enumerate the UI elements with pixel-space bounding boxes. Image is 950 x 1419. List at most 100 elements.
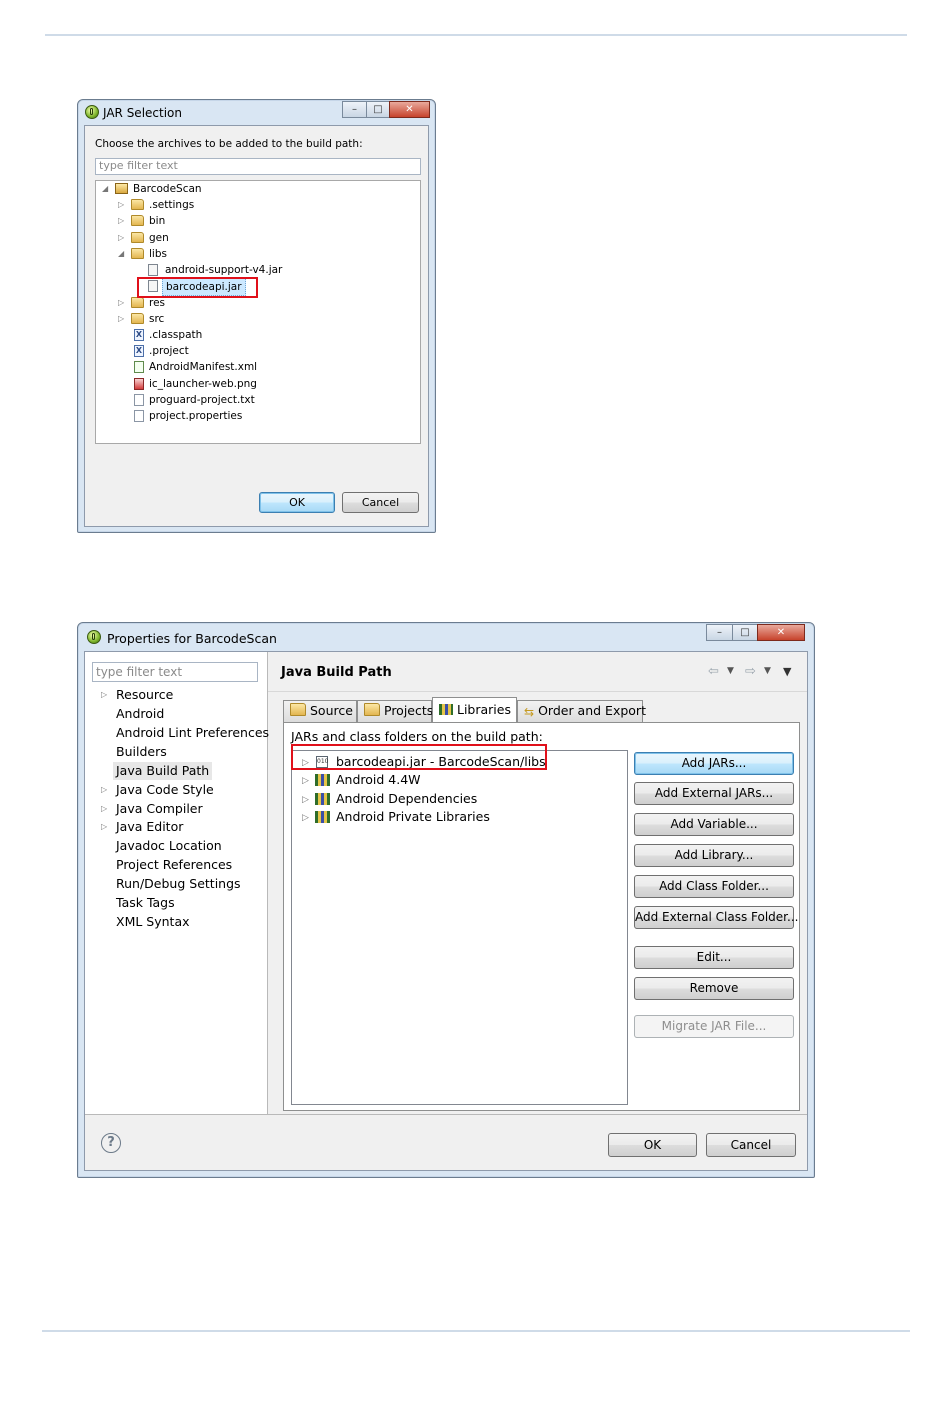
jar-selection-title: JAR Selection — [103, 106, 182, 120]
remove-button[interactable]: Remove — [634, 977, 794, 1000]
expand-arrow-icon[interactable]: ▷ — [101, 781, 107, 799]
minimize-button[interactable]: – — [342, 101, 367, 118]
add-external-class-folder-button[interactable]: Add External Class Folder... — [634, 906, 798, 929]
folder-icon — [131, 215, 144, 226]
library-icon — [315, 774, 330, 786]
expand-arrow-icon[interactable]: ▷ — [101, 686, 107, 704]
help-icon[interactable]: ? — [101, 1133, 121, 1153]
build-path-entries-tree: ▷ 010 barcodeapi.jar - BarcodeScan/libs … — [291, 750, 628, 1105]
edit-button[interactable]: Edit... — [634, 946, 794, 969]
nav-item-project-references[interactable]: Project References — [116, 856, 232, 874]
nav-item-task-tags[interactable]: Task Tags — [116, 894, 175, 912]
tree-label: android-support-v4.jar — [165, 264, 283, 276]
libraries-tab-body: JARs and class folders on the build path… — [283, 722, 800, 1111]
tree-label: .classpath — [149, 329, 203, 341]
nav-item-java-build-path[interactable]: Java Build Path — [113, 762, 213, 780]
xml-file-icon: X — [134, 345, 144, 357]
expand-arrow-icon[interactable]: ▷ — [302, 791, 309, 809]
expand-arrow-icon[interactable]: ▷ — [118, 311, 124, 327]
eclipse-app-icon — [87, 630, 101, 644]
barcodeapi-jar-highlight — [137, 277, 258, 298]
back-dropdown-icon[interactable]: ▼ — [727, 666, 734, 676]
text-file-icon — [134, 410, 144, 422]
expand-arrow-icon[interactable]: ▷ — [118, 213, 124, 229]
expand-arrow-icon[interactable]: ▷ — [118, 197, 124, 213]
properties-titlebar: Properties for BarcodeScan – □ ✕ — [78, 623, 814, 649]
nav-item-android-lint[interactable]: Android Lint Preferences — [116, 724, 269, 742]
tree-label: AndroidManifest.xml — [149, 361, 258, 373]
close-button[interactable]: ✕ — [389, 101, 430, 118]
nav-label: Run/Debug Settings — [116, 876, 241, 891]
tab-libraries[interactable]: Libraries — [432, 697, 517, 722]
forward-icon[interactable]: ⇨ — [745, 664, 756, 679]
jar-filter-input[interactable]: type filter text — [95, 158, 421, 175]
folder-open-icon — [131, 248, 144, 259]
close-button[interactable]: ✕ — [757, 624, 805, 641]
view-menu-icon[interactable]: ▼ — [783, 665, 791, 678]
nav-item-run-debug[interactable]: Run/Debug Settings — [116, 875, 241, 893]
jar-cancel-button[interactable]: Cancel — [342, 492, 419, 513]
maximize-button[interactable]: □ — [366, 101, 390, 118]
page-title: Java Build Path — [281, 665, 392, 680]
nav-label: Java Code Style — [116, 782, 214, 797]
tab-projects[interactable]: Projects — [357, 700, 434, 722]
nav-label: Project References — [116, 857, 233, 872]
jar-instruction: Choose the archives to be added to the b… — [95, 138, 363, 150]
nav-label: Android — [116, 706, 165, 721]
order-export-icon: ⇆ — [524, 705, 535, 719]
tree-label: gen — [149, 232, 169, 244]
header-separator — [268, 691, 807, 692]
expand-arrow-icon[interactable]: ▷ — [101, 800, 107, 818]
collapse-arrow-icon[interactable]: ◢ — [102, 181, 108, 197]
barcodeapi-entry-highlight — [291, 744, 547, 770]
properties-client: type filter text ▷ Resource Android Andr… — [84, 651, 808, 1171]
tree-label: ic_launcher-web.png — [149, 378, 257, 390]
entry-label: Android Private Libraries — [336, 809, 490, 824]
nav-label: Task Tags — [116, 895, 175, 910]
add-variable-button[interactable]: Add Variable... — [634, 813, 794, 836]
entry-label: Android 4.4W — [336, 772, 421, 787]
project-folder-icon — [115, 183, 128, 194]
folder-icon — [131, 297, 144, 308]
forward-dropdown-icon[interactable]: ▼ — [764, 666, 771, 676]
properties-window: Properties for BarcodeScan – □ ✕ type fi… — [77, 622, 815, 1178]
tab-source[interactable]: Source — [283, 700, 357, 722]
nav-label: XML Syntax — [116, 914, 190, 929]
nav-item-android[interactable]: Android — [116, 705, 164, 723]
image-file-icon — [134, 378, 144, 390]
library-icon — [315, 793, 330, 805]
tree-label: .project — [149, 345, 189, 357]
library-icon — [315, 811, 330, 823]
nav-item-xml-syntax[interactable]: XML Syntax — [116, 913, 190, 931]
jar-file-icon — [148, 264, 158, 276]
add-jars-button[interactable]: Add JARs... — [634, 752, 794, 775]
back-icon[interactable]: ⇦ — [708, 664, 719, 679]
collapse-arrow-icon[interactable]: ◢ — [118, 246, 124, 262]
tree-label: project.properties — [149, 410, 243, 422]
tab-strip: Source Projects Libraries ⇆ Order and Exp… — [283, 697, 803, 722]
nav-item-builders[interactable]: Builders — [116, 743, 167, 761]
expand-arrow-icon[interactable]: ▷ — [118, 230, 124, 246]
properties-cancel-button[interactable]: Cancel — [706, 1133, 796, 1157]
properties-ok-button[interactable]: OK — [608, 1133, 697, 1157]
minimize-button[interactable]: – — [706, 624, 733, 641]
expand-arrow-icon[interactable]: ▷ — [118, 295, 124, 311]
source-folder-icon — [290, 703, 306, 716]
nav-label: Resource — [116, 687, 174, 702]
add-library-button[interactable]: Add Library... — [634, 844, 794, 867]
maximize-button[interactable]: □ — [732, 624, 758, 641]
add-class-folder-button[interactable]: Add Class Folder... — [634, 875, 794, 898]
add-external-jars-button[interactable]: Add External JARs... — [634, 782, 794, 805]
footer-separator — [85, 1114, 807, 1115]
nav-filter-input[interactable]: type filter text — [92, 662, 258, 682]
tab-order-export[interactable]: ⇆ Order and Export — [517, 700, 646, 722]
expand-arrow-icon[interactable]: ▷ — [101, 818, 107, 836]
tab-label: Projects — [384, 703, 434, 718]
expand-arrow-icon[interactable]: ▷ — [302, 772, 309, 790]
jar-ok-button[interactable]: OK — [259, 492, 335, 513]
migrate-jar-button[interactable]: Migrate JAR File... — [634, 1015, 794, 1038]
nav-item-javadoc-location[interactable]: Javadoc Location — [116, 837, 222, 855]
expand-arrow-icon[interactable]: ▷ — [302, 809, 309, 827]
eclipse-app-icon — [85, 105, 99, 119]
tree-label: libs — [149, 248, 167, 260]
